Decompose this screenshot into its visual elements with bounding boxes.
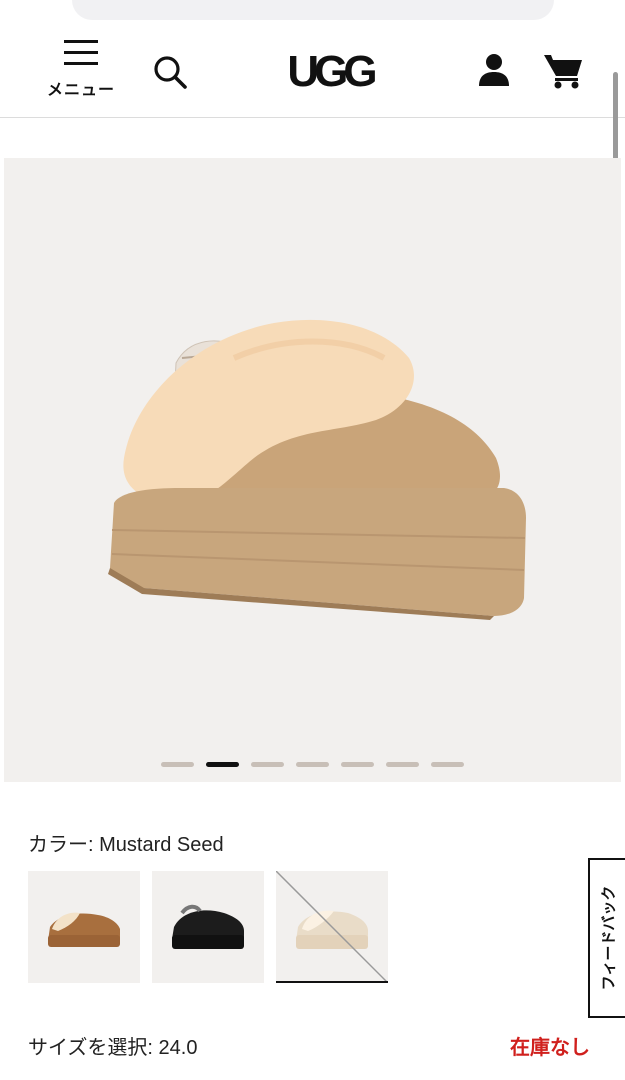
swatch-image: [48, 912, 120, 947]
menu-label: メニュー: [46, 80, 115, 99]
feedback-label: フィードバック: [599, 885, 617, 991]
account-button[interactable]: [474, 50, 514, 90]
color-label: カラー: Mustard Seed: [28, 834, 224, 856]
swatch-black[interactable]: [152, 871, 264, 983]
swatch-image: [276, 871, 388, 983]
carousel-dot[interactable]: [431, 762, 464, 767]
cart-button[interactable]: [542, 50, 586, 90]
hamburger-icon: [64, 40, 98, 65]
search-button[interactable]: [150, 52, 190, 92]
swatch-chestnut[interactable]: [28, 871, 140, 983]
address-bar[interactable]: [72, 0, 554, 20]
carousel-dot[interactable]: [341, 762, 374, 767]
swatch-image: [172, 904, 244, 949]
carousel-dot[interactable]: [251, 762, 284, 767]
ugg-logo[interactable]: UGG: [270, 46, 390, 98]
carousel-indicators: [4, 762, 621, 768]
stock-status: 在庫なし: [510, 1035, 590, 1059]
feedback-tab[interactable]: フィードバック: [588, 858, 625, 1018]
size-label: サイズを選択: 24.0: [28, 1037, 198, 1059]
logo-text: UGG: [287, 47, 377, 96]
product-image-carousel[interactable]: [4, 158, 621, 782]
page-scrollbar[interactable]: [613, 72, 618, 162]
site-header: メニュー UGG: [0, 20, 625, 118]
product-image: [108, 319, 526, 620]
carousel-dot[interactable]: [296, 762, 329, 767]
cart-icon: [544, 55, 582, 89]
account-icon: [479, 54, 509, 86]
search-icon: [154, 56, 187, 89]
swatch-mustard-seed[interactable]: [276, 871, 388, 983]
carousel-dot-active[interactable]: [206, 762, 239, 767]
carousel-dot[interactable]: [386, 762, 419, 767]
menu-button[interactable]: メニュー: [40, 36, 122, 102]
carousel-dot[interactable]: [161, 762, 194, 767]
